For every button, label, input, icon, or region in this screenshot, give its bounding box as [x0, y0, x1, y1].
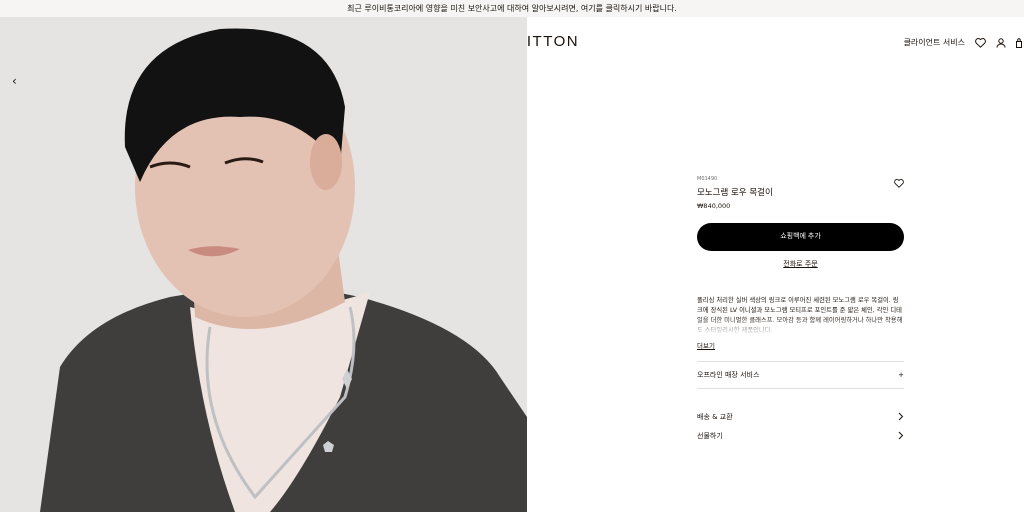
- wishlist-heart-icon[interactable]: [975, 37, 986, 48]
- security-notice-bar[interactable]: 최근 루이비통코리아에 영향을 미친 보안사고에 대하여 알아보시려면, 여기를…: [0, 0, 1024, 17]
- offline-service-row[interactable]: 오프라인 매장 서비스 +: [697, 361, 904, 389]
- plus-icon: +: [898, 371, 904, 379]
- accordion-links: 배송 & 교환 선물하기: [697, 407, 904, 445]
- shipping-row[interactable]: 배송 & 교환: [697, 407, 904, 426]
- gift-label: 선물하기: [697, 431, 723, 440]
- call-order-link[interactable]: 전화로 주문: [697, 259, 904, 269]
- product-image[interactable]: [0, 17, 527, 512]
- product-sku: M01490: [697, 176, 718, 182]
- shipping-label: 배송 & 교환: [697, 412, 733, 421]
- product-price: ₩840,000: [697, 202, 731, 210]
- wishlist-heart-icon[interactable]: [894, 179, 904, 188]
- account-icon[interactable]: [996, 37, 1006, 48]
- product-name: 모노그램 로우 목걸이: [697, 188, 773, 198]
- chevron-right-icon: [898, 431, 904, 440]
- offline-service-label: 오프라인 매장 서비스: [697, 371, 760, 379]
- read-more-link[interactable]: 더보기: [697, 340, 904, 350]
- header-actions: 클라이언트 서비스: [904, 37, 1024, 48]
- shopping-bag-icon[interactable]: [1016, 37, 1022, 48]
- security-notice-text[interactable]: 최근 루이비통코리아에 영향을 미친 보안사고에 대하여 알아보시려면, 여기를…: [347, 4, 677, 13]
- model-photo: [0, 17, 527, 512]
- chevron-right-icon: [898, 412, 904, 421]
- back-chevron-icon[interactable]: ‹: [12, 74, 17, 88]
- product-panel: M01490 모노그램 로우 목걸이 ₩840,000 쇼핑백에 추가 전화로 …: [697, 176, 904, 445]
- product-description: 폴리싱 처리한 실버 색상의 링크로 이루어진 세련된 모노그램 로우 목걸이.…: [697, 297, 903, 334]
- gift-row[interactable]: 선물하기: [697, 426, 904, 445]
- client-service-link[interactable]: 클라이언트 서비스: [904, 37, 965, 48]
- add-to-bag-button[interactable]: 쇼핑백에 추가: [697, 223, 904, 251]
